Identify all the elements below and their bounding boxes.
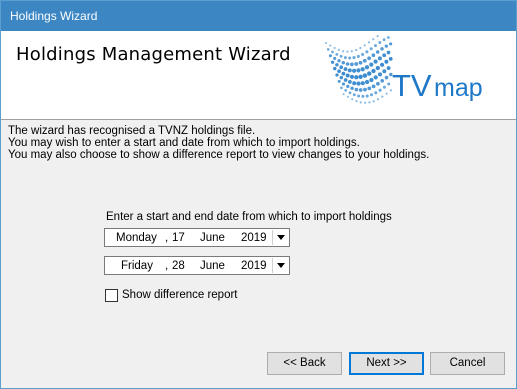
end-day[interactable]: 28 bbox=[172, 260, 185, 272]
start-date-picker[interactable]: Monday , 17 June 2019 bbox=[104, 228, 290, 247]
logo-text-tv: TV bbox=[392, 68, 432, 103]
back-button[interactable]: << Back bbox=[267, 352, 342, 375]
chevron-down-icon bbox=[277, 263, 285, 268]
intro-line: The wizard has recognised a TVNZ holding… bbox=[8, 125, 256, 137]
start-year[interactable]: 2019 bbox=[241, 232, 267, 244]
intro-line: You may wish to enter a start and date f… bbox=[8, 137, 360, 149]
wizard-header: Holdings Management Wizard TV map bbox=[1, 31, 516, 120]
next-button[interactable]: Next >> bbox=[349, 352, 424, 375]
start-sep: , bbox=[165, 232, 169, 244]
end-date-dropdown-button[interactable] bbox=[272, 258, 288, 273]
start-weekday[interactable]: Monday bbox=[116, 232, 157, 244]
end-year[interactable]: 2019 bbox=[241, 260, 267, 272]
end-weekday[interactable]: Friday bbox=[121, 260, 153, 272]
logo-text-map: map bbox=[434, 74, 483, 102]
window-title: Holdings Wizard bbox=[10, 9, 98, 23]
show-difference-label[interactable]: Show difference report bbox=[122, 289, 238, 301]
end-sep: , bbox=[165, 260, 169, 272]
chevron-down-icon bbox=[277, 235, 285, 240]
date-range-prompt: Enter a start and end date from which to… bbox=[106, 211, 392, 223]
end-month[interactable]: June bbox=[200, 260, 225, 272]
title-bar[interactable]: Holdings Wizard bbox=[1, 1, 516, 31]
logo-dot-wave-icon bbox=[324, 35, 393, 104]
intro-line: You may also choose to show a difference… bbox=[8, 149, 430, 161]
start-month[interactable]: June bbox=[200, 232, 225, 244]
show-difference-checkbox[interactable] bbox=[105, 289, 118, 302]
cancel-button[interactable]: Cancel bbox=[430, 352, 505, 375]
wizard-window: Holdings Wizard Holdings Management Wiza… bbox=[0, 0, 517, 389]
page-title: Holdings Management Wizard bbox=[16, 44, 291, 65]
start-date-dropdown-button[interactable] bbox=[272, 230, 288, 245]
end-date-picker[interactable]: Friday , 28 June 2019 bbox=[104, 256, 290, 275]
tvmap-logo: TV map bbox=[324, 35, 483, 104]
intro-text: The wizard has recognised a TVNZ holding… bbox=[8, 125, 429, 161]
start-day[interactable]: 17 bbox=[172, 232, 185, 244]
